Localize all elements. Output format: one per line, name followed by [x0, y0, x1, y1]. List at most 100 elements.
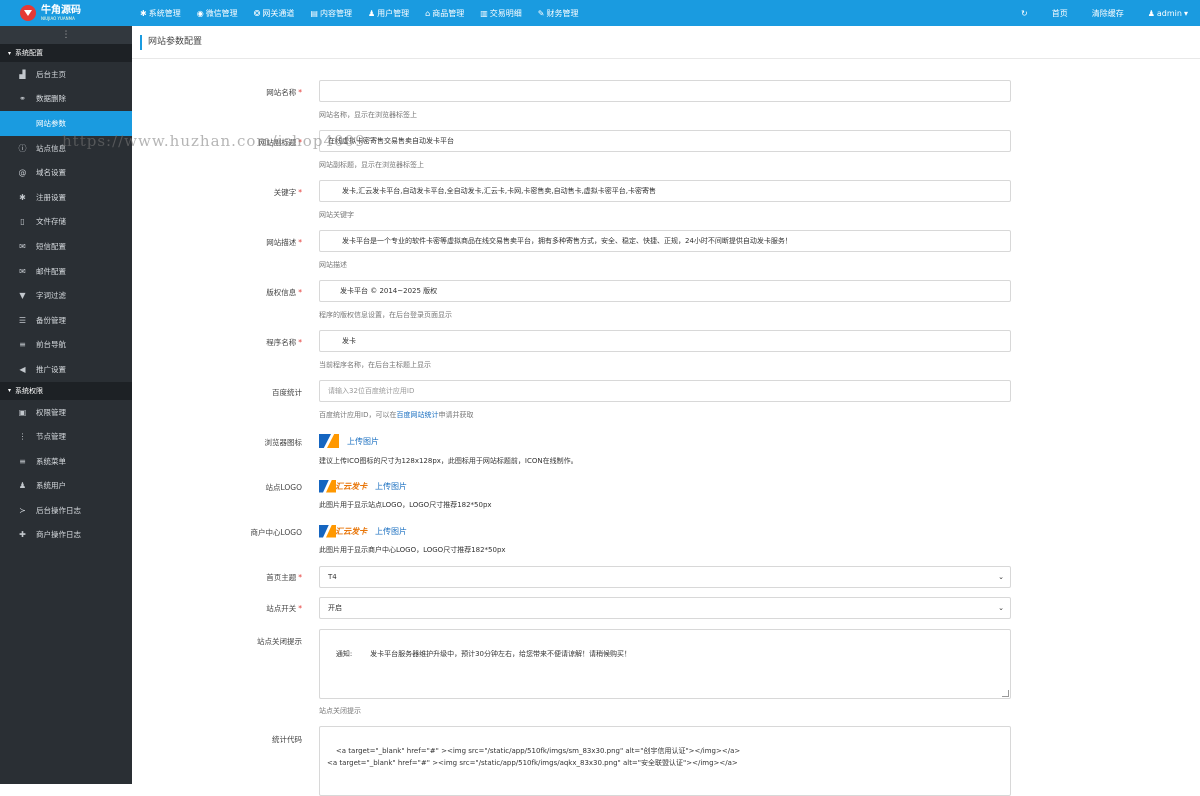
sidebar-item[interactable]: ♟ 系统用户 — [0, 474, 132, 499]
topnav-label: 微信管理 — [205, 8, 238, 18]
sidebar-item-label: 域名设置 — [36, 168, 66, 178]
refresh-icon: ↻ — [1021, 8, 1028, 18]
site-logo-help: 此图片用于显示站点LOGO，LOGO尺寸推荐182*50px — [319, 501, 492, 509]
favicon-help: 建议上传ICO图标的尺寸为128x128px，此图标用于网站标题前，ICON在线… — [319, 457, 578, 465]
sidebar-item[interactable]: ✚ 商户操作日志 — [0, 523, 132, 548]
menu-icon: ≡ — [19, 340, 26, 350]
sidebar-group-system-config[interactable]: ▾ 系统配置 — [0, 44, 132, 62]
clear-cache-button[interactable]: 清除缓存 — [1080, 8, 1136, 19]
sidebar-item-label: 网站参数 — [36, 118, 66, 128]
baidu-stats-label: 百度统计 — [272, 388, 302, 397]
copyright-input[interactable]: 发卡平台 © 2014~2025 版权 — [319, 280, 1011, 302]
topnav-label: 商品管理 — [432, 8, 465, 18]
sidebar-item[interactable]: ▼ 字词过滤 — [0, 283, 132, 308]
sidebar-item-label: 邮件配置 — [36, 266, 66, 276]
refresh-button[interactable]: ↻ — [1009, 9, 1040, 18]
sidebar-item[interactable]: ≡ 前台导航 — [0, 333, 132, 358]
sidebar-item-label: 推广设置 — [36, 364, 66, 374]
sidebar-item[interactable]: ✉ 邮件配置 — [0, 259, 132, 284]
gear-icon: ✱ — [19, 192, 26, 202]
sidebar-item[interactable]: ≻ 后台操作日志 — [0, 498, 132, 523]
topnav-goods[interactable]: ⌂ 商品管理 — [417, 0, 472, 26]
sidebar-item-label: 字词过滤 — [36, 291, 66, 301]
sidebar-item[interactable]: ☰ 备份管理 — [0, 308, 132, 333]
sidebar-item-label: 节点管理 — [36, 432, 66, 442]
users-icon: ♟ — [367, 8, 376, 18]
info-icon: ⓘ — [18, 143, 27, 153]
sidebar-group-system-auth[interactable]: ▾ 系统权限 — [0, 381, 132, 400]
baidu-stats-link[interactable]: 百度网站统计 — [396, 411, 438, 419]
page-title: 网站参数配置 — [140, 35, 202, 50]
site-switch-value: 开启 — [328, 604, 342, 612]
sidebar-item[interactable]: ◀ 推广设置 — [0, 357, 132, 382]
close-notice-textarea[interactable]: 通知: 发卡平台服务器维护升级中，预计30分钟左右，给您带来不便请谅解！请稍候购… — [319, 629, 1011, 699]
close-notice-label: 站点关闭提示 — [257, 637, 302, 646]
link-icon: ⚭ — [19, 94, 26, 104]
keywords-input[interactable]: 发卡,汇云发卡平台,自动发卡平台,全自动发卡,汇云卡,卡网,卡密售卖,自动售卡,… — [319, 180, 1011, 202]
wechat-icon: ◉ — [196, 8, 204, 18]
sidebar-item-label: 短信配置 — [36, 241, 66, 251]
chevron-down-icon: ⌄ — [998, 604, 1004, 612]
topnav-gateway[interactable]: ❂ 网关通道 — [246, 0, 303, 26]
sidebar-group-label: 系统权限 — [15, 386, 44, 395]
database-icon: ☰ — [18, 315, 27, 325]
favicon-preview-image — [319, 434, 339, 448]
finance-icon: ✎ — [537, 8, 545, 18]
description-help: 网站描述 — [319, 261, 347, 269]
topnav-system[interactable]: ✱ 系统管理 — [132, 0, 189, 26]
program-name-label: 程序名称 * — [266, 338, 302, 347]
sidebar-item[interactable]: ≡ 系统菜单 — [0, 449, 132, 474]
topnav-wechat[interactable]: ◉ 微信管理 — [189, 0, 246, 26]
keywords-help: 网站关键字 — [319, 211, 354, 219]
sidebar-item-label: 文件存储 — [36, 217, 66, 227]
topnav-label: 用户管理 — [377, 8, 410, 18]
favicon-upload-button[interactable]: 上传图片 — [347, 436, 379, 447]
sidebar-item-label: 系统用户 — [36, 481, 66, 491]
stats-code-textarea[interactable]: <a target="_blank" href="#" ><img src="/… — [319, 726, 1011, 796]
merchant-logo-upload-button[interactable]: 上传图片 — [375, 526, 407, 537]
sms-icon: ✉ — [19, 241, 26, 251]
baidu-stats-input[interactable]: 请输入32位百度统计应用ID — [319, 380, 1011, 402]
terminal-icon: ≻ — [19, 505, 26, 515]
sidebar-item[interactable]: ⋮ 节点管理 — [0, 424, 132, 449]
site-subtitle-input[interactable]: 在线虚拟卡密寄售交易售卖自动发卡平台 — [319, 130, 1011, 152]
sidebar-item[interactable]: ✉ 短信配置 — [0, 234, 132, 259]
home-theme-select[interactable]: T4 ⌄ — [319, 566, 1011, 588]
topnav-label: 内容管理 — [319, 8, 352, 18]
sidebar-item[interactable]: ✱ 注册设置 — [0, 185, 132, 210]
description-input[interactable]: 发卡平台是一个专业的软件卡密等虚拟商品在线交易售卖平台，拥有多种寄售方式，安全、… — [319, 230, 1011, 252]
description-label: 网站描述 * — [266, 238, 302, 247]
pin-icon: ✚ — [19, 530, 26, 540]
user-menu[interactable]: ♟ admin ▾ — [1136, 9, 1200, 18]
site-name-input[interactable] — [319, 80, 1011, 102]
resize-handle[interactable] — [1002, 690, 1009, 697]
sidebar-item[interactable]: @ 域名设置 — [0, 160, 132, 185]
merchant-logo-preview-image: 汇云发卡 — [319, 524, 367, 539]
keywords-label: 关键字 * — [273, 188, 302, 197]
topnav-users[interactable]: ♟ 用户管理 — [360, 0, 417, 26]
sidebar-item[interactable]: ▣ 权限管理 — [0, 400, 132, 425]
home-link[interactable]: 首页 — [1040, 8, 1080, 19]
favicon-label: 浏览器图标 — [264, 438, 303, 447]
site-logo-upload-button[interactable]: 上传图片 — [375, 481, 407, 492]
topnav-finance[interactable]: ✎ 财务管理 — [530, 0, 587, 26]
sidebar-toggle[interactable]: ⋮ — [0, 26, 132, 44]
sidebar-item[interactable]: ⚭ 数据删除 — [0, 87, 132, 112]
topnav-label: 网关通道 — [262, 8, 295, 18]
mail-icon: ✉ — [19, 266, 26, 276]
site-switch-select[interactable]: 开启 ⌄ — [319, 597, 1011, 619]
site-logo-preview-image: 汇云发卡 — [319, 479, 367, 494]
program-name-input[interactable]: 发卡 — [319, 330, 1011, 352]
topnav-trades[interactable]: ▥ 交易明细 — [472, 0, 530, 26]
sidebar-item-label: 系统菜单 — [36, 456, 66, 466]
at-icon: @ — [18, 168, 27, 178]
chevron-down-icon: ⌄ — [998, 573, 1004, 581]
sidebar-item[interactable]: ▯ 文件存储 — [0, 210, 132, 235]
logo-subtitle: NIUJIAO YUANMA — [41, 15, 75, 21]
group-icon: ♟ — [18, 481, 27, 491]
merchant-logo-label: 商户中心LOGO — [250, 528, 302, 537]
topnav-content[interactable]: ▤ 内容管理 — [302, 0, 360, 26]
stats-code-label: 统计代码 — [272, 735, 302, 744]
sidebar-item[interactable]: ▟ 后台主页 — [0, 62, 132, 87]
app-logo[interactable]: 牛角源码 NIUJIAO YUANMA — [0, 0, 132, 26]
